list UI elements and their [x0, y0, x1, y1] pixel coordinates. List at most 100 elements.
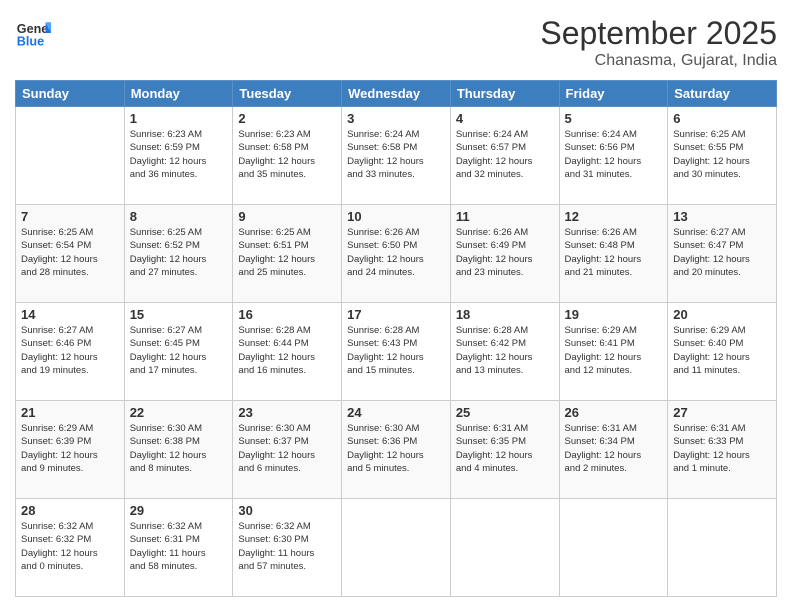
day-number: 11 — [456, 209, 554, 224]
day-info: Sunrise: 6:28 AM Sunset: 6:44 PM Dayligh… — [238, 324, 336, 377]
day-info: Sunrise: 6:25 AM Sunset: 6:52 PM Dayligh… — [130, 226, 228, 279]
page: General Blue September 2025 Chanasma, Gu… — [0, 0, 792, 612]
day-number: 6 — [673, 111, 771, 126]
day-number: 20 — [673, 307, 771, 322]
calendar-week-row: 28 Sunrise: 6:32 AM Sunset: 6:32 PM Dayli… — [16, 499, 777, 597]
calendar-cell: 4 Sunrise: 6:24 AM Sunset: 6:57 PM Daylig… — [450, 107, 559, 205]
day-info: Sunrise: 6:23 AM Sunset: 6:58 PM Dayligh… — [238, 128, 336, 181]
calendar-cell: 9Sunrise: 6:25 AM Sunset: 6:51 PM Daylig… — [233, 205, 342, 303]
weekday-header: Monday — [124, 81, 233, 107]
calendar-cell: 3 Sunrise: 6:24 AM Sunset: 6:58 PM Daylig… — [342, 107, 451, 205]
day-number: 28 — [21, 503, 119, 518]
day-number: 15 — [130, 307, 228, 322]
calendar-cell: 10 Sunrise: 6:26 AM Sunset: 6:50 PM Dayli… — [342, 205, 451, 303]
day-info: Sunrise: 6:31 AM Sunset: 6:35 PM Dayligh… — [456, 422, 554, 475]
calendar-cell: 2Sunrise: 6:23 AM Sunset: 6:58 PM Daylig… — [233, 107, 342, 205]
calendar-cell: 29Sunrise: 6:32 AM Sunset: 6:31 PM Dayli… — [124, 499, 233, 597]
calendar-cell: 19 Sunrise: 6:29 AM Sunset: 6:41 PM Dayli… — [559, 303, 668, 401]
day-number: 19 — [565, 307, 663, 322]
calendar-week-row: 21 Sunrise: 6:29 AM Sunset: 6:39 PM Dayli… — [16, 401, 777, 499]
calendar-cell: 14 Sunrise: 6:27 AM Sunset: 6:46 PM Dayli… — [16, 303, 125, 401]
day-info: Sunrise: 6:24 AM Sunset: 6:56 PM Dayligh… — [565, 128, 663, 181]
day-info: Sunrise: 6:27 AM Sunset: 6:45 PM Dayligh… — [130, 324, 228, 377]
calendar-header-row: SundayMondayTuesdayWednesdayThursdayFrid… — [16, 81, 777, 107]
day-info: Sunrise: 6:24 AM Sunset: 6:57 PM Dayligh… — [456, 128, 554, 181]
day-info: Sunrise: 6:26 AM Sunset: 6:48 PM Dayligh… — [565, 226, 663, 279]
calendar-cell: 21 Sunrise: 6:29 AM Sunset: 6:39 PM Dayli… — [16, 401, 125, 499]
day-info: Sunrise: 6:32 AM Sunset: 6:31 PM Dayligh… — [130, 520, 228, 573]
day-number: 14 — [21, 307, 119, 322]
calendar-cell: 5 Sunrise: 6:24 AM Sunset: 6:56 PM Daylig… — [559, 107, 668, 205]
calendar-cell — [450, 499, 559, 597]
logo: General Blue — [15, 15, 51, 51]
day-number: 13 — [673, 209, 771, 224]
day-info: Sunrise: 6:28 AM Sunset: 6:43 PM Dayligh… — [347, 324, 445, 377]
calendar-cell: 20 Sunrise: 6:29 AM Sunset: 6:40 PM Dayli… — [668, 303, 777, 401]
calendar-cell: 18 Sunrise: 6:28 AM Sunset: 6:42 PM Dayli… — [450, 303, 559, 401]
day-info: Sunrise: 6:23 AM Sunset: 6:59 PM Dayligh… — [130, 128, 228, 181]
day-info: Sunrise: 6:25 AM Sunset: 6:55 PM Dayligh… — [673, 128, 771, 181]
day-number: 9 — [238, 209, 336, 224]
calendar-cell — [16, 107, 125, 205]
day-info: Sunrise: 6:28 AM Sunset: 6:42 PM Dayligh… — [456, 324, 554, 377]
logo-icon: General Blue — [15, 15, 51, 51]
day-info: Sunrise: 6:25 AM Sunset: 6:54 PM Dayligh… — [21, 226, 119, 279]
calendar-cell: 30Sunrise: 6:32 AM Sunset: 6:30 PM Dayli… — [233, 499, 342, 597]
day-info: Sunrise: 6:26 AM Sunset: 6:50 PM Dayligh… — [347, 226, 445, 279]
header: General Blue September 2025 Chanasma, Gu… — [15, 15, 777, 70]
day-number: 27 — [673, 405, 771, 420]
day-number: 18 — [456, 307, 554, 322]
month-title: September 2025 — [540, 15, 777, 52]
calendar-cell: 15 Sunrise: 6:27 AM Sunset: 6:45 PM Dayli… — [124, 303, 233, 401]
location-title: Chanasma, Gujarat, India — [540, 52, 777, 70]
day-number: 3 — [347, 111, 445, 126]
svg-text:Blue: Blue — [17, 35, 44, 49]
calendar-cell: 26 Sunrise: 6:31 AM Sunset: 6:34 PM Dayli… — [559, 401, 668, 499]
day-number: 23 — [238, 405, 336, 420]
calendar-week-row: 1Sunrise: 6:23 AM Sunset: 6:59 PM Daylig… — [16, 107, 777, 205]
calendar-cell: 12Sunrise: 6:26 AM Sunset: 6:48 PM Dayli… — [559, 205, 668, 303]
day-info: Sunrise: 6:26 AM Sunset: 6:49 PM Dayligh… — [456, 226, 554, 279]
day-number: 17 — [347, 307, 445, 322]
calendar-cell: 6 Sunrise: 6:25 AM Sunset: 6:55 PM Daylig… — [668, 107, 777, 205]
weekday-header: Friday — [559, 81, 668, 107]
day-number: 26 — [565, 405, 663, 420]
calendar-cell: 13 Sunrise: 6:27 AM Sunset: 6:47 PM Dayli… — [668, 205, 777, 303]
calendar-cell: 22Sunrise: 6:30 AM Sunset: 6:38 PM Dayli… — [124, 401, 233, 499]
calendar-cell: 27Sunrise: 6:31 AM Sunset: 6:33 PM Dayli… — [668, 401, 777, 499]
day-info: Sunrise: 6:32 AM Sunset: 6:32 PM Dayligh… — [21, 520, 119, 573]
day-number: 21 — [21, 405, 119, 420]
day-number: 16 — [238, 307, 336, 322]
calendar-cell: 17 Sunrise: 6:28 AM Sunset: 6:43 PM Dayli… — [342, 303, 451, 401]
day-info: Sunrise: 6:29 AM Sunset: 6:41 PM Dayligh… — [565, 324, 663, 377]
day-number: 30 — [238, 503, 336, 518]
day-info: Sunrise: 6:24 AM Sunset: 6:58 PM Dayligh… — [347, 128, 445, 181]
weekday-header: Thursday — [450, 81, 559, 107]
weekday-header: Sunday — [16, 81, 125, 107]
day-info: Sunrise: 6:29 AM Sunset: 6:40 PM Dayligh… — [673, 324, 771, 377]
weekday-header: Wednesday — [342, 81, 451, 107]
calendar-cell: 1Sunrise: 6:23 AM Sunset: 6:59 PM Daylig… — [124, 107, 233, 205]
calendar-cell — [559, 499, 668, 597]
day-number: 5 — [565, 111, 663, 126]
day-number: 24 — [347, 405, 445, 420]
calendar-week-row: 14 Sunrise: 6:27 AM Sunset: 6:46 PM Dayli… — [16, 303, 777, 401]
day-info: Sunrise: 6:30 AM Sunset: 6:36 PM Dayligh… — [347, 422, 445, 475]
calendar-cell: 28 Sunrise: 6:32 AM Sunset: 6:32 PM Dayli… — [16, 499, 125, 597]
calendar-cell: 24 Sunrise: 6:30 AM Sunset: 6:36 PM Dayli… — [342, 401, 451, 499]
calendar-cell: 16 Sunrise: 6:28 AM Sunset: 6:44 PM Dayli… — [233, 303, 342, 401]
weekday-header: Tuesday — [233, 81, 342, 107]
day-info: Sunrise: 6:27 AM Sunset: 6:46 PM Dayligh… — [21, 324, 119, 377]
day-info: Sunrise: 6:31 AM Sunset: 6:34 PM Dayligh… — [565, 422, 663, 475]
day-number: 4 — [456, 111, 554, 126]
calendar-cell: 8Sunrise: 6:25 AM Sunset: 6:52 PM Daylig… — [124, 205, 233, 303]
calendar-cell: 7Sunrise: 6:25 AM Sunset: 6:54 PM Daylig… — [16, 205, 125, 303]
calendar-cell: 23Sunrise: 6:30 AM Sunset: 6:37 PM Dayli… — [233, 401, 342, 499]
day-info: Sunrise: 6:27 AM Sunset: 6:47 PM Dayligh… — [673, 226, 771, 279]
day-number: 10 — [347, 209, 445, 224]
calendar-week-row: 7Sunrise: 6:25 AM Sunset: 6:54 PM Daylig… — [16, 205, 777, 303]
day-info: Sunrise: 6:29 AM Sunset: 6:39 PM Dayligh… — [21, 422, 119, 475]
calendar-cell: 11 Sunrise: 6:26 AM Sunset: 6:49 PM Dayli… — [450, 205, 559, 303]
weekday-header: Saturday — [668, 81, 777, 107]
day-number: 22 — [130, 405, 228, 420]
